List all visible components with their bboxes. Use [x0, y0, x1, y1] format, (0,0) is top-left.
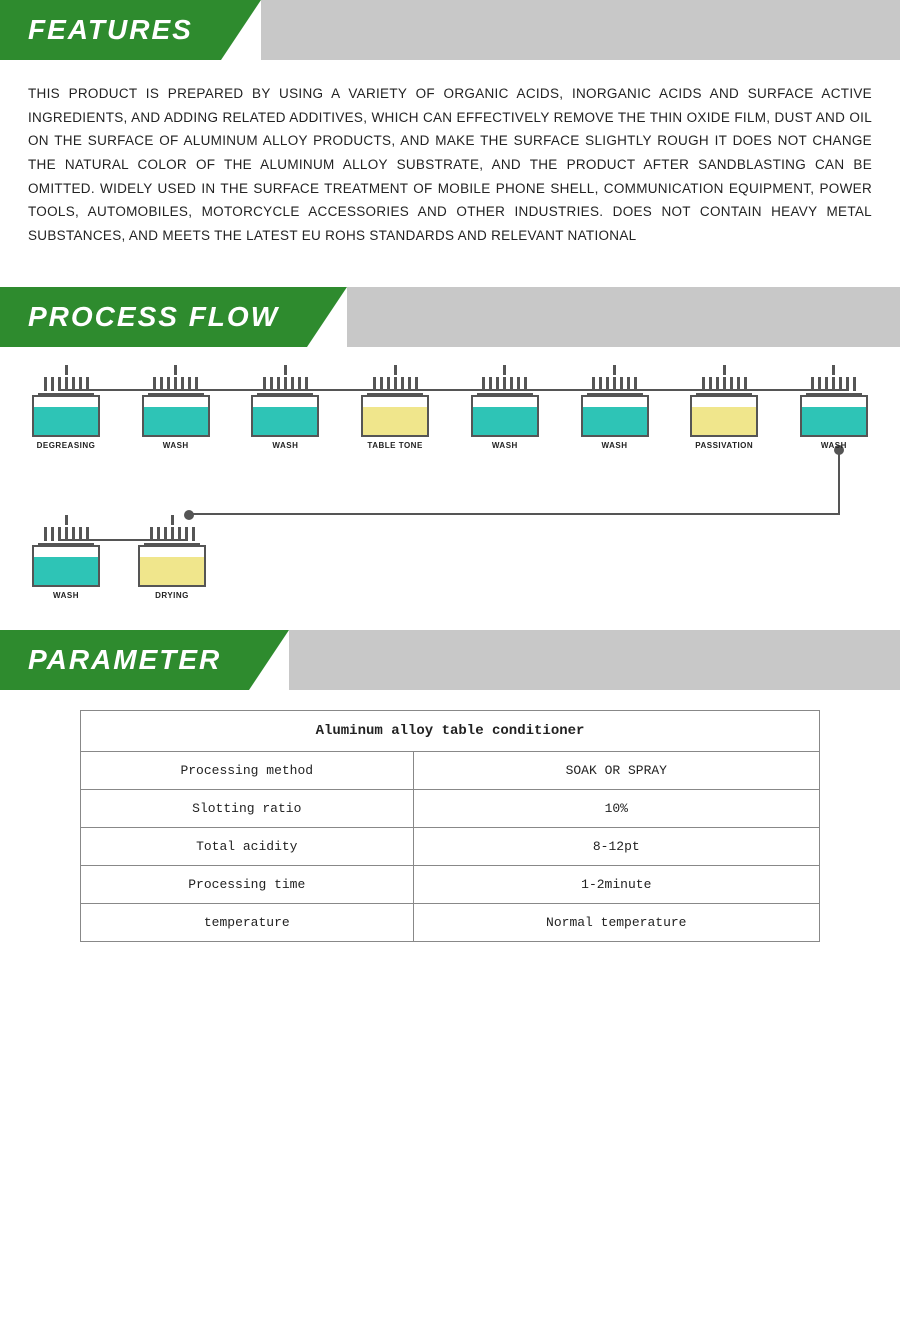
- features-text: THIS PRODUCT IS PREPARED BY USING A VARI…: [0, 60, 900, 277]
- features-header: FEATURES: [0, 0, 900, 60]
- process-flow-header: PROCESS FLOW: [0, 287, 900, 347]
- param-label-temperature: temperature: [81, 904, 414, 942]
- param-label-total-acidity: Total acidity: [81, 828, 414, 866]
- tank-wash-4: WASH: [581, 365, 649, 450]
- tank-body: [32, 395, 100, 437]
- tank-label-wash-bottom: WASH: [53, 591, 79, 600]
- process-flow-title-bg: PROCESS FLOW: [0, 287, 307, 347]
- tank-fill: [363, 407, 427, 435]
- table-title: Aluminum alloy table conditioner: [81, 711, 820, 752]
- tank-lines: [60, 411, 72, 431]
- rack-tooth: [51, 377, 54, 391]
- param-value-slotting-ratio: 10%: [413, 790, 819, 828]
- tank-wash-5: WASH: [800, 365, 868, 450]
- tank-body: [142, 395, 210, 437]
- connector-right-vert: [838, 450, 840, 515]
- tank-wash-2: WASH: [251, 365, 319, 450]
- tank-fill: [253, 407, 317, 435]
- parameter-section: PARAMETER Aluminum alloy table condition…: [0, 630, 900, 972]
- tank-table-tone: TABLE TONE: [361, 365, 429, 450]
- rack-bar: [65, 365, 68, 375]
- tank-label-passivation: PASSIVATION: [695, 441, 753, 450]
- rack-bar: [174, 365, 177, 375]
- parameter-gray-bar: [289, 630, 900, 690]
- tank-wash-1: WASH: [142, 365, 210, 450]
- flow-row-2: WASH: [28, 515, 872, 600]
- param-value-processing-method: SOAK OR SPRAY: [413, 752, 819, 790]
- table-row-slotting-ratio: Slotting ratio 10%: [81, 790, 820, 828]
- tank-label-degreasing: DEGREASING: [37, 441, 96, 450]
- rack-tooth: [72, 377, 75, 391]
- tank-rack: [144, 365, 208, 395]
- tank-body: [251, 395, 319, 437]
- tank-drying: DRYING: [138, 515, 206, 600]
- tank-label-wash-5: WASH: [821, 441, 847, 450]
- param-label-processing-time: Processing time: [81, 866, 414, 904]
- tank-label-wash-3: WASH: [492, 441, 518, 450]
- param-value-total-acidity: 8-12pt: [413, 828, 819, 866]
- parameter-triangle: [249, 630, 289, 690]
- param-value-processing-time: 1-2minute: [413, 866, 819, 904]
- process-flow-gray-bar: [347, 287, 900, 347]
- tank-degreasing: DEGREASING: [32, 365, 100, 450]
- rack-tooth: [65, 377, 68, 391]
- rack-tooth: [44, 377, 47, 391]
- parameter-title: PARAMETER: [28, 644, 221, 676]
- tank-body: [361, 395, 429, 437]
- tank-rack: [363, 365, 427, 395]
- rack-horizontal: [38, 377, 94, 395]
- features-triangle: [221, 0, 261, 60]
- param-table-wrapper: Aluminum alloy table conditioner Process…: [0, 690, 900, 972]
- tank-label-wash-2: WASH: [272, 441, 298, 450]
- param-label-processing-method: Processing method: [81, 752, 414, 790]
- tank-fill: [34, 407, 98, 435]
- tank-label-wash-4: WASH: [602, 441, 628, 450]
- rack-tooth: [58, 377, 61, 391]
- process-flow-section: PROCESS FLOW: [0, 287, 900, 620]
- parameter-header: PARAMETER: [0, 630, 900, 690]
- tank-wash-bottom: WASH: [32, 515, 100, 600]
- rack-tooth: [86, 377, 89, 391]
- rack-tooth: [79, 377, 82, 391]
- features-title-bg: FEATURES: [0, 0, 221, 60]
- rack-teeth: [44, 377, 89, 391]
- param-label-slotting-ratio: Slotting ratio: [81, 790, 414, 828]
- tank-label-wash-1: WASH: [163, 441, 189, 450]
- features-title: FEATURES: [28, 14, 193, 46]
- features-section: FEATURES THIS PRODUCT IS PREPARED BY USI…: [0, 0, 900, 277]
- table-row-processing-method: Processing method SOAK OR SPRAY: [81, 752, 820, 790]
- table-row-processing-time: Processing time 1-2minute: [81, 866, 820, 904]
- tank-rack: [34, 365, 98, 395]
- flow-row-1: DEGREASING: [28, 365, 872, 450]
- tank-label-table-tone: TABLE TONE: [367, 441, 422, 450]
- param-value-temperature: Normal temperature: [413, 904, 819, 942]
- rack-teeth: [153, 377, 198, 391]
- rack-horizontal: [148, 377, 204, 395]
- tank-wash-3: WASH: [471, 365, 539, 450]
- tank-label-drying: DRYING: [155, 591, 189, 600]
- table-row-total-acidity: Total acidity 8-12pt: [81, 828, 820, 866]
- features-gray-bar: [261, 0, 900, 60]
- param-table: Aluminum alloy table conditioner Process…: [80, 710, 820, 942]
- tank-fill: [144, 407, 208, 435]
- tank-passivation: PASSIVATION: [690, 365, 758, 450]
- parameter-title-bg: PARAMETER: [0, 630, 249, 690]
- table-row-temperature: temperature Normal temperature: [81, 904, 820, 942]
- process-flow-title: PROCESS FLOW: [28, 301, 279, 333]
- tank-rack: [253, 365, 317, 395]
- process-flow-triangle: [307, 287, 347, 347]
